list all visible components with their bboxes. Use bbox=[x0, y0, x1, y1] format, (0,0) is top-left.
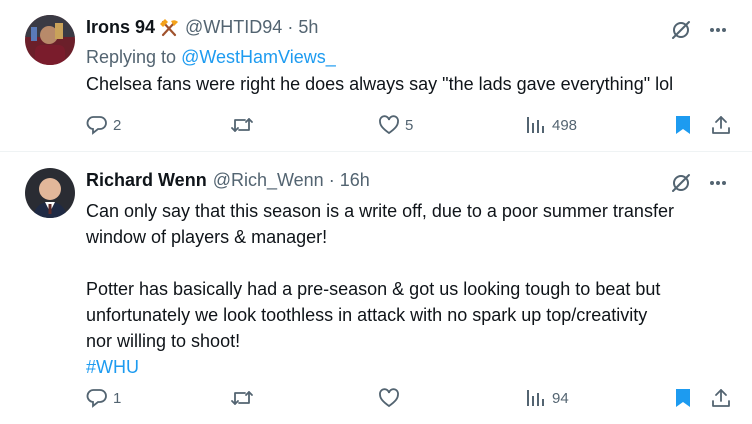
hashtag-link[interactable]: #WHU bbox=[86, 354, 674, 380]
retweet-icon bbox=[230, 387, 254, 409]
share-button[interactable] bbox=[710, 385, 732, 411]
timestamp[interactable]: 5h bbox=[298, 17, 318, 38]
user-handle[interactable]: @WHTID94 bbox=[185, 17, 282, 38]
action-bar: 2 5 498 bbox=[86, 112, 732, 138]
views-icon bbox=[525, 387, 547, 409]
tweet-text-line: window of players & manager! bbox=[86, 227, 328, 247]
tweet-text-line: Can only say that this season is a write… bbox=[86, 201, 674, 221]
like-icon bbox=[378, 114, 400, 136]
tweet[interactable]: Richard Wenn @Rich_Wenn · 16h Can only s… bbox=[0, 153, 752, 424]
retweet-button[interactable] bbox=[230, 112, 259, 138]
view-count: 498 bbox=[552, 116, 578, 134]
display-name[interactable]: Irons 94 bbox=[86, 17, 155, 38]
avatar[interactable] bbox=[25, 15, 75, 65]
tweet-text: Can only say that this season is a write… bbox=[86, 198, 674, 380]
separator-dot: · bbox=[287, 17, 294, 37]
replying-to-link[interactable]: @WestHamViews_ bbox=[181, 47, 336, 67]
bookmark-button[interactable] bbox=[672, 112, 694, 138]
reply-count: 2 bbox=[113, 116, 122, 134]
more-icon[interactable] bbox=[708, 20, 728, 45]
views-button[interactable]: 498 bbox=[525, 112, 577, 138]
tweet-header: Irons 94 @WHTID94 · 5h bbox=[86, 17, 318, 38]
view-count: 94 bbox=[552, 389, 569, 407]
bookmark-icon bbox=[672, 114, 694, 136]
like-count: 5 bbox=[405, 116, 414, 134]
replying-prefix: Replying to bbox=[86, 47, 182, 67]
retweet-button[interactable] bbox=[230, 385, 259, 411]
tweet-text-line: unfortunately we look toothless in attac… bbox=[86, 305, 648, 325]
share-icon bbox=[710, 387, 732, 409]
avatar[interactable] bbox=[25, 168, 75, 218]
like-icon bbox=[378, 387, 400, 409]
timestamp[interactable]: 16h bbox=[340, 170, 370, 191]
tweet-text-line: Chelsea fans were right he does always s… bbox=[86, 74, 674, 94]
tweet-text: Chelsea fans were right he does always s… bbox=[86, 71, 673, 97]
tweet-text-line: nor willing to shoot! bbox=[86, 331, 241, 351]
separator-dot: · bbox=[328, 170, 335, 190]
retweet-icon bbox=[230, 114, 254, 136]
grok-icon[interactable] bbox=[670, 172, 692, 199]
views-button[interactable]: 94 bbox=[525, 385, 569, 411]
reply-icon bbox=[86, 387, 108, 409]
bookmark-button[interactable] bbox=[672, 385, 694, 411]
grok-icon[interactable] bbox=[670, 19, 692, 46]
reply-button[interactable]: 1 bbox=[86, 385, 121, 411]
display-name[interactable]: Richard Wenn bbox=[86, 170, 207, 191]
more-icon[interactable] bbox=[708, 173, 728, 198]
tweet-text-line: Potter has basically had a pre-season & … bbox=[86, 279, 661, 299]
reply-button[interactable]: 2 bbox=[86, 112, 121, 138]
hammer-and-pick-icon bbox=[159, 18, 179, 38]
top-actions bbox=[670, 172, 728, 199]
tweet-header: Richard Wenn @Rich_Wenn · 16h bbox=[86, 170, 370, 191]
reply-icon bbox=[86, 114, 108, 136]
user-handle[interactable]: @Rich_Wenn bbox=[213, 170, 324, 191]
action-bar: 1 94 bbox=[86, 385, 732, 411]
bookmark-icon bbox=[672, 387, 694, 409]
top-actions bbox=[670, 19, 728, 46]
replying-to: Replying to @WestHamViews_ bbox=[86, 47, 336, 68]
share-icon bbox=[710, 114, 732, 136]
share-button[interactable] bbox=[710, 112, 732, 138]
like-button[interactable] bbox=[378, 385, 405, 411]
like-button[interactable]: 5 bbox=[378, 112, 413, 138]
tweet[interactable]: Irons 94 @WHTID94 · 5h Replying to @West… bbox=[0, 0, 752, 152]
reply-count: 1 bbox=[113, 389, 122, 407]
views-icon bbox=[525, 114, 547, 136]
